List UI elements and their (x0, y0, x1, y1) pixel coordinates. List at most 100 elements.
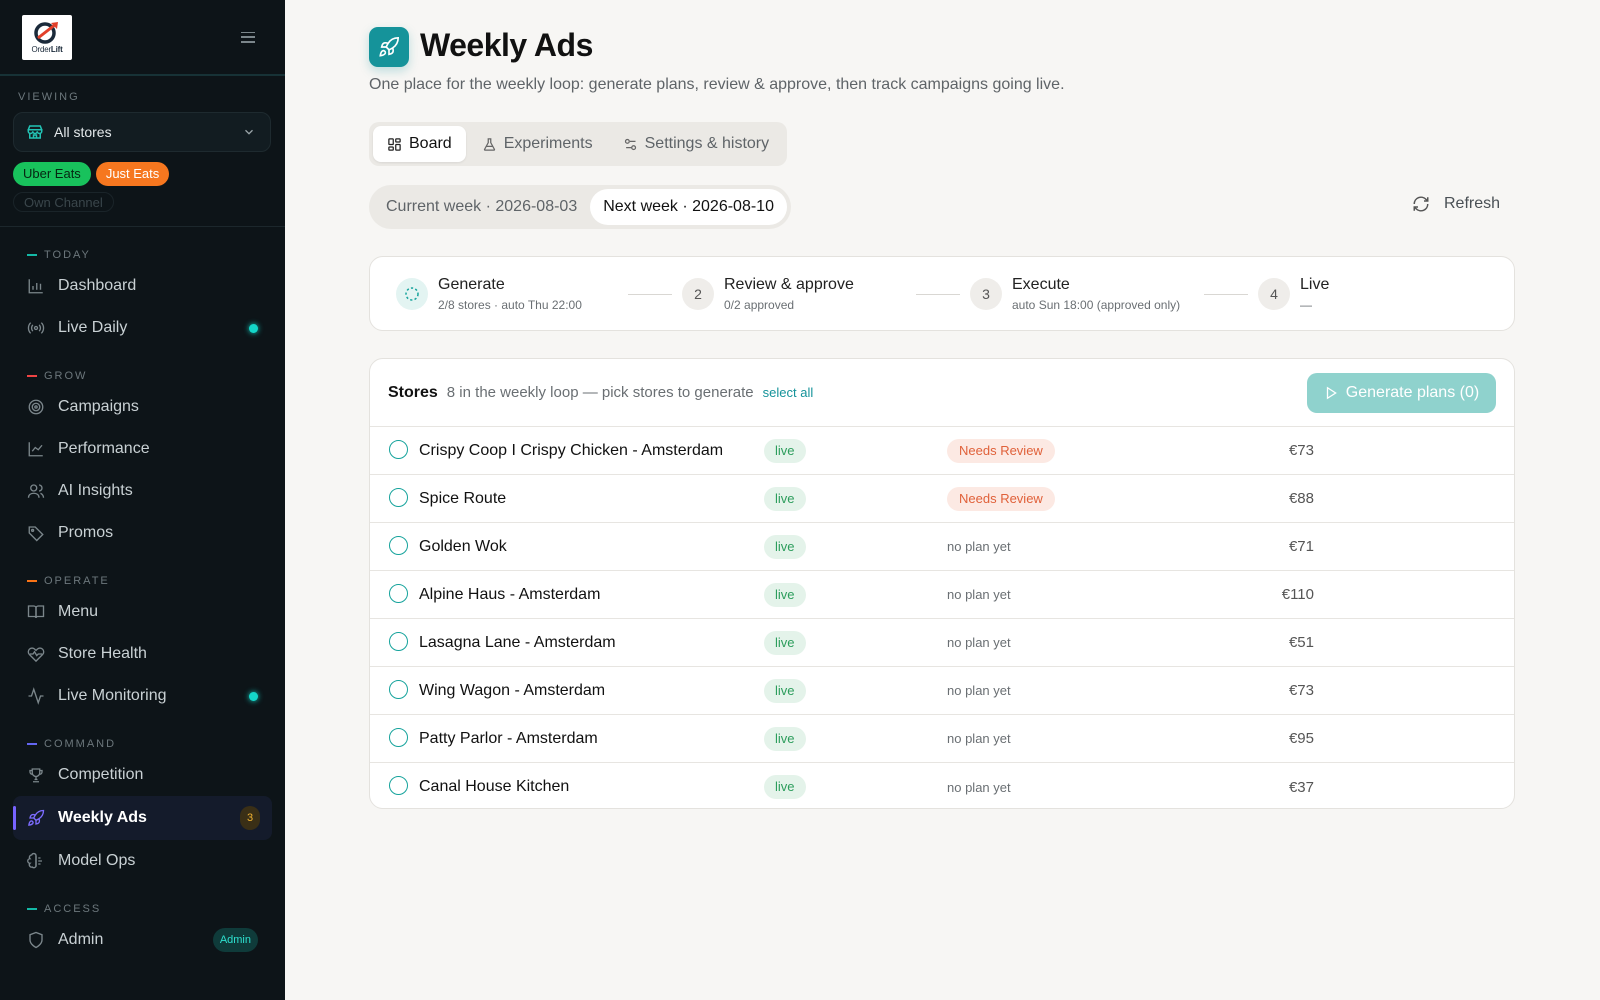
store-row[interactable]: Golden Wok live no plan yet €71 (370, 523, 1514, 571)
store-select[interactable]: All stores (13, 112, 271, 152)
heart-pulse-icon (27, 645, 45, 663)
store-name: Canal House Kitchen (419, 778, 570, 795)
section-label-grow: GROW (0, 366, 285, 386)
select-all-link[interactable]: select all (763, 385, 814, 400)
sidebar-item-competition[interactable]: Competition (0, 754, 285, 796)
book-open-icon (27, 603, 45, 621)
plan-status: no plan yet (947, 731, 1011, 746)
admin-role-badge: Admin (212, 928, 258, 952)
stores-card: Stores 8 in the weekly loop — pick store… (369, 358, 1515, 809)
logo-row: OrderLift (0, 0, 285, 76)
orderlift-logo[interactable]: OrderLift (22, 14, 72, 60)
sidebar-item-label: Model Ops (58, 852, 136, 869)
step-subtitle: 2/8 stores · auto Thu 22:00 (438, 298, 582, 312)
chevron-down-icon (242, 125, 256, 139)
store-name: Spice Route (419, 489, 507, 507)
step-title: Generate (438, 276, 505, 293)
store-row[interactable]: Alpine Haus - Amsterdam live no plan yet… (370, 571, 1514, 619)
tab-board[interactable]: Board (373, 126, 466, 162)
store-select-radio[interactable] (389, 536, 408, 555)
step-connector (916, 294, 960, 295)
shield-icon (27, 931, 45, 949)
viewing-label: VIEWING (18, 91, 80, 103)
live-badge: live (764, 678, 806, 703)
step-execute: 3 Execute auto Sun 18:00 (approved only) (970, 276, 1180, 312)
generate-plans-button[interactable]: Generate plans (0) (1307, 373, 1496, 413)
store-select-radio[interactable] (389, 632, 408, 651)
logo-mark-icon (34, 22, 58, 44)
sidebar-item-label: Promos (58, 524, 114, 541)
store-row[interactable]: Crispy Coop I Crispy Chicken - Amsterdam… (370, 427, 1514, 475)
sidebar-item-live-monitoring[interactable]: Live Monitoring (0, 675, 285, 717)
sidebar-item-promos[interactable]: Promos (0, 512, 285, 554)
sidebar-item-menu[interactable]: Menu (0, 591, 285, 633)
sidebar-item-model-ops[interactable]: Model Ops (0, 840, 285, 882)
tab-label: Settings & history (644, 135, 770, 152)
plan-status: Needs Review (947, 438, 1055, 463)
workflow-stepper: Generate 2/8 stores · auto Thu 22:00 2 Re… (369, 256, 1515, 331)
sidebar-item-ai-insights[interactable]: AI Insights (0, 470, 285, 512)
step-title: Live (1300, 276, 1330, 293)
live-badge: live (764, 534, 806, 559)
step-number: 3 (970, 278, 1002, 310)
play-icon (1324, 385, 1338, 401)
refresh-button[interactable]: Refresh (1412, 195, 1500, 213)
store-row[interactable]: Lasagna Lane - Amsterdam live no plan ye… (370, 619, 1514, 667)
sidebar-item-dashboard[interactable]: Dashboard (0, 265, 285, 307)
plan-status: no plan yet (947, 587, 1011, 602)
rocket-icon (27, 809, 45, 827)
sidebar-item-label: Competition (58, 766, 144, 783)
channel-chip-uber-eats[interactable]: Uber Eats (13, 162, 91, 186)
week-switcher: Current week · 2026-08-03 Next week · 20… (369, 185, 791, 229)
store-row[interactable]: Wing Wagon - Amsterdam live no plan yet … (370, 667, 1514, 715)
store-name: Crispy Coop I Crispy Chicken - Amsterdam (419, 441, 724, 459)
stores-title: Stores (388, 383, 438, 401)
sidebar-item-label: Live Daily (58, 319, 128, 336)
week-current[interactable]: Current week · 2026-08-03 (373, 189, 590, 225)
refresh-icon (1412, 195, 1430, 213)
sidebar-item-admin[interactable]: Admin Admin (0, 919, 285, 961)
store-row[interactable]: Patty Parlor - Amsterdam live no plan ye… (370, 715, 1514, 763)
store-budget: €71 (1288, 538, 1314, 555)
sidebar-item-store-health[interactable]: Store Health (0, 633, 285, 675)
store-select-radio[interactable] (389, 728, 408, 747)
menu-toggle-icon[interactable] (241, 31, 255, 43)
plan-status: Needs Review (947, 486, 1055, 511)
logo-text: OrderLift (31, 45, 63, 54)
store-select-radio[interactable] (389, 776, 408, 795)
store-select-radio[interactable] (389, 680, 408, 699)
sidebar-item-label: Dashboard (58, 277, 137, 294)
live-badge: live (764, 726, 806, 751)
sidebar-item-label: Weekly Ads (58, 809, 147, 826)
sidebar-item-performance[interactable]: Performance (0, 428, 285, 470)
channel-chip-own-channel[interactable]: Own Channel (13, 192, 114, 212)
sidebar-item-campaigns[interactable]: Campaigns (0, 386, 285, 428)
sidebar-item-weekly-ads[interactable]: Weekly Ads 3 (13, 796, 272, 840)
sidebar-item-live-daily[interactable]: Live Daily (0, 307, 285, 349)
store-select-radio[interactable] (389, 440, 408, 459)
store-row[interactable]: Canal House Kitchen live no plan yet €37 (370, 763, 1514, 808)
tab-settings-history[interactable]: Settings & history (609, 126, 784, 162)
live-badge: live (764, 438, 806, 463)
store-budget: €51 (1288, 634, 1314, 651)
live-indicator-dot (249, 323, 258, 333)
store-select-radio[interactable] (389, 584, 408, 603)
sidebar: OrderLift VIEWING All stores Uber Eats J… (0, 0, 285, 1000)
sidebar-item-label: Performance (58, 440, 150, 457)
store-row[interactable]: Spice Route live Needs Review €88 (370, 475, 1514, 523)
view-tabs: Board Experiments Settings & history (369, 122, 788, 166)
plan-status: no plan yet (947, 779, 1011, 795)
store-select-radio[interactable] (389, 488, 408, 507)
tab-experiments[interactable]: Experiments (468, 126, 607, 162)
step-number: 4 (1258, 278, 1290, 310)
activity-icon (27, 687, 45, 705)
sidebar-item-label: AI Insights (58, 482, 133, 499)
channel-chip-just-eats[interactable]: Just Eats (95, 162, 170, 186)
step-number: 2 (682, 278, 714, 310)
step-review: 2 Review & approve 0/2 approved (682, 276, 854, 312)
week-next[interactable]: Next week · 2026-08-10 (590, 189, 787, 225)
plan-status: no plan yet (947, 539, 1011, 554)
store-budget: €73 (1288, 682, 1314, 699)
users-icon (27, 482, 45, 500)
store-name: Golden Wok (419, 537, 507, 555)
